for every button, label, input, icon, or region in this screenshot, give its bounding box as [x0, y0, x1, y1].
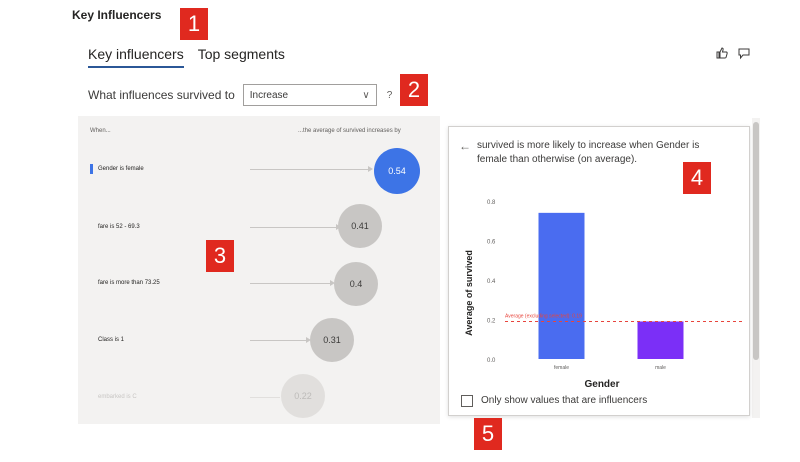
survived-by-gender-chart: Average of survived Gender 0.0 0.2 0.4 0.6 0… — [464, 200, 743, 389]
bar-female[interactable] — [538, 212, 585, 359]
influencer-bubble-gender-female[interactable]: 0.54 — [374, 148, 420, 194]
explanation-line-1: survived is more likely to increase when… — [477, 140, 700, 151]
selection-indicator — [90, 164, 93, 174]
influencers-panel: When... ...the average of survived incre… — [78, 116, 440, 424]
only-influencers-checkbox[interactable] — [461, 395, 473, 407]
marker-4: 4 — [683, 162, 711, 194]
y-tick-label: 0.2 — [487, 319, 496, 325]
influencer-label-class-1[interactable]: Class is 1 — [98, 337, 124, 343]
comment-icon[interactable] — [735, 44, 753, 62]
x-axis-label: Gender — [584, 379, 619, 389]
influencer-line — [250, 340, 308, 341]
visual-title: Key Influencers — [72, 8, 162, 22]
when-column-header: When... — [90, 128, 111, 134]
marker-1: 1 — [180, 8, 208, 40]
influencer-bubble-class-1[interactable]: 0.31 — [310, 318, 354, 362]
question-row: What influences survived to Increase ∨ ? — [88, 84, 392, 106]
x-tick-label: female — [554, 365, 569, 371]
y-axis-label: Average of survived — [464, 250, 474, 336]
thumbs-up-icon[interactable] — [713, 44, 731, 62]
only-influencers-label: Only show values that are influencers — [481, 395, 648, 406]
bar-male[interactable] — [637, 321, 684, 359]
question-label: What influences survived to — [88, 88, 235, 102]
influencer-bubble-embarked[interactable]: 0.22 — [281, 374, 325, 418]
help-button[interactable]: ? — [387, 90, 393, 101]
influencer-bubble-fare-52-69[interactable]: 0.41 — [338, 204, 382, 248]
y-tick-label: 0.6 — [487, 240, 496, 246]
influencer-line — [250, 397, 280, 398]
influencer-bubble-fare-more-than-73[interactable]: 0.4 — [334, 262, 378, 306]
tab-key-influencers[interactable]: Key influencers — [88, 46, 184, 68]
influencer-label-fare-52-69[interactable]: fare is 52 - 69.3 — [98, 224, 140, 230]
marker-3: 3 — [206, 240, 234, 272]
influencer-line — [250, 227, 336, 228]
scrollbar-thumb[interactable] — [753, 122, 759, 360]
influencer-label-fare-more-than-73[interactable]: fare is more than 73.25 — [98, 280, 160, 286]
arrow-right-icon — [368, 166, 373, 172]
average-column-header: ...the average of survived increases by — [298, 128, 401, 134]
influencer-line — [250, 283, 332, 284]
increase-dropdown[interactable]: Increase ∨ — [242, 84, 377, 106]
y-tick-label: 0.8 — [487, 200, 496, 206]
influencer-line — [250, 169, 368, 170]
reference-line-label: Average (excluding selected): 0.19 — [505, 313, 582, 319]
y-tick-label: 0.0 — [487, 358, 496, 364]
x-tick-label: male — [655, 365, 666, 371]
chevron-down-icon: ∨ — [362, 89, 370, 101]
marker-5: 5 — [474, 418, 502, 450]
influencer-label-embarked[interactable]: embarked is C — [98, 394, 137, 400]
arrow-left-icon[interactable]: ← — [459, 139, 471, 153]
influencer-label-gender-female[interactable]: Gender is female — [98, 166, 144, 172]
y-tick-label: 0.4 — [487, 279, 496, 285]
tab-bar: Key influencers Top segments — [88, 46, 285, 68]
dropdown-value: Increase — [249, 89, 289, 101]
marker-2: 2 — [400, 74, 428, 106]
tab-top-segments[interactable]: Top segments — [198, 46, 285, 68]
